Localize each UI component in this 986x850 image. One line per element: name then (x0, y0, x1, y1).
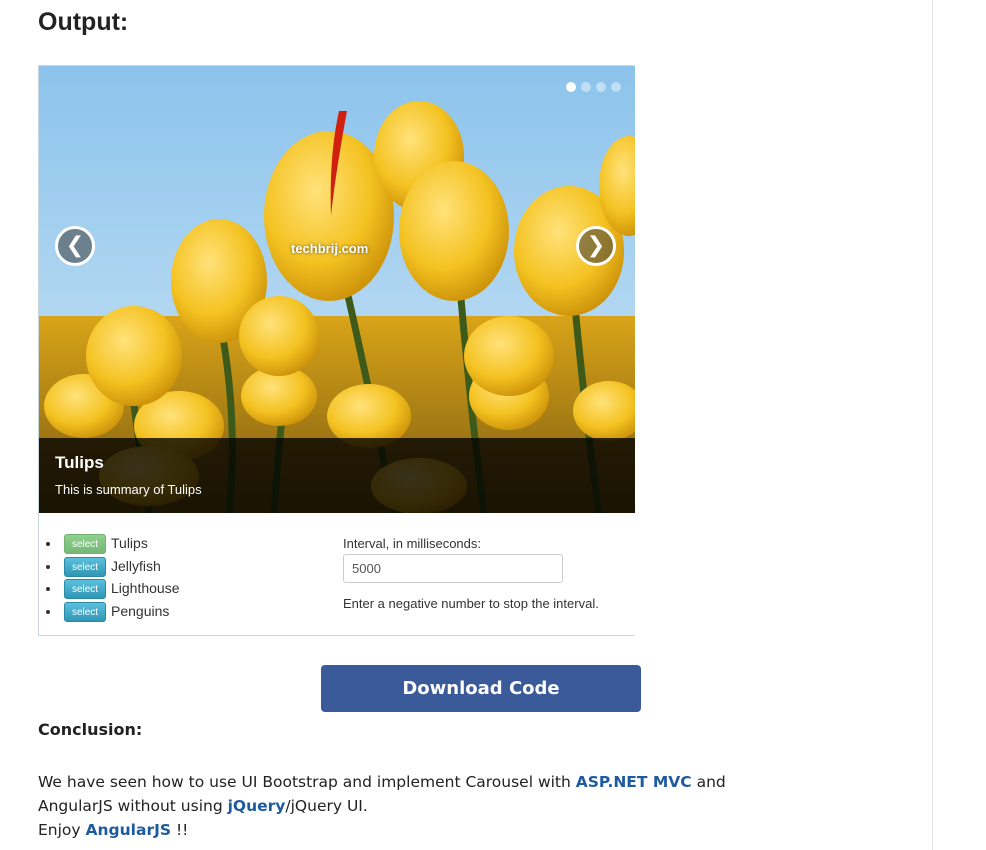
slide-name: Jellyfish (111, 557, 161, 574)
angularjs-link[interactable]: AngularJS (86, 821, 172, 839)
conclusion-text: AngularJS without using (38, 797, 228, 815)
interval-help-text: Enter a negative number to stop the inte… (343, 596, 599, 611)
indicator-dot-4[interactable] (611, 82, 621, 92)
page-divider (932, 0, 933, 850)
select-button-penguins[interactable]: select (64, 601, 106, 622)
chevron-right-icon: ❯ (586, 233, 606, 258)
conclusion-paragraph: We have seen how to use UI Bootstrap and… (38, 770, 898, 842)
slide-name: Penguins (111, 602, 170, 619)
carousel-prev-button[interactable]: ❮ (55, 226, 95, 266)
carousel-indicators (566, 82, 621, 92)
carousel-next-button[interactable]: ❯ (576, 226, 616, 266)
conclusion-text: !! (171, 821, 189, 839)
slide-name: Tulips (111, 535, 148, 551)
jquery-link[interactable]: jQuery (228, 797, 286, 815)
indicator-dot-2[interactable] (581, 82, 591, 92)
slide-name: Lighthouse (111, 580, 180, 596)
indicator-dot-3[interactable] (596, 82, 606, 92)
list-item: select Tulips (61, 532, 180, 555)
conclusion-heading: Conclusion: (38, 720, 143, 739)
conclusion-text: Enjoy (38, 821, 86, 839)
watermark-text: techbrij.com (291, 241, 369, 256)
chevron-left-icon: ❮ (65, 233, 85, 258)
carousel: techbrij.com ❮ ❯ Tulips This is summary … (39, 66, 635, 513)
caption-text: This is summary of Tulips (55, 482, 202, 497)
caption-title: Tulips (55, 453, 104, 472)
indicator-dot-1[interactable] (566, 82, 576, 92)
list-item: select Penguins (61, 600, 180, 623)
download-code-button[interactable]: Download Code (321, 665, 641, 712)
carousel-caption: Tulips This is summary of Tulips (39, 438, 635, 513)
interval-input[interactable] (343, 554, 563, 583)
conclusion-text: and (691, 773, 726, 791)
carousel-demo: techbrij.com ❮ ❯ Tulips This is summary … (38, 65, 635, 636)
select-button-tulips[interactable]: select (64, 534, 106, 555)
output-heading: Output: (38, 8, 129, 36)
interval-label: Interval, in milliseconds: (343, 536, 481, 551)
conclusion-text: We have seen how to use UI Bootstrap and… (38, 773, 576, 791)
list-item: select Jellyfish (61, 555, 180, 578)
select-button-lighthouse[interactable]: select (64, 579, 106, 600)
slide-list: select Tulips select Jellyfish select Light… (51, 532, 180, 622)
aspnet-mvc-link[interactable]: ASP.NET MVC (576, 773, 692, 791)
select-button-jellyfish[interactable]: select (64, 556, 106, 577)
list-item: select Lighthouse (61, 577, 180, 600)
conclusion-text: /jQuery UI. (285, 797, 368, 815)
